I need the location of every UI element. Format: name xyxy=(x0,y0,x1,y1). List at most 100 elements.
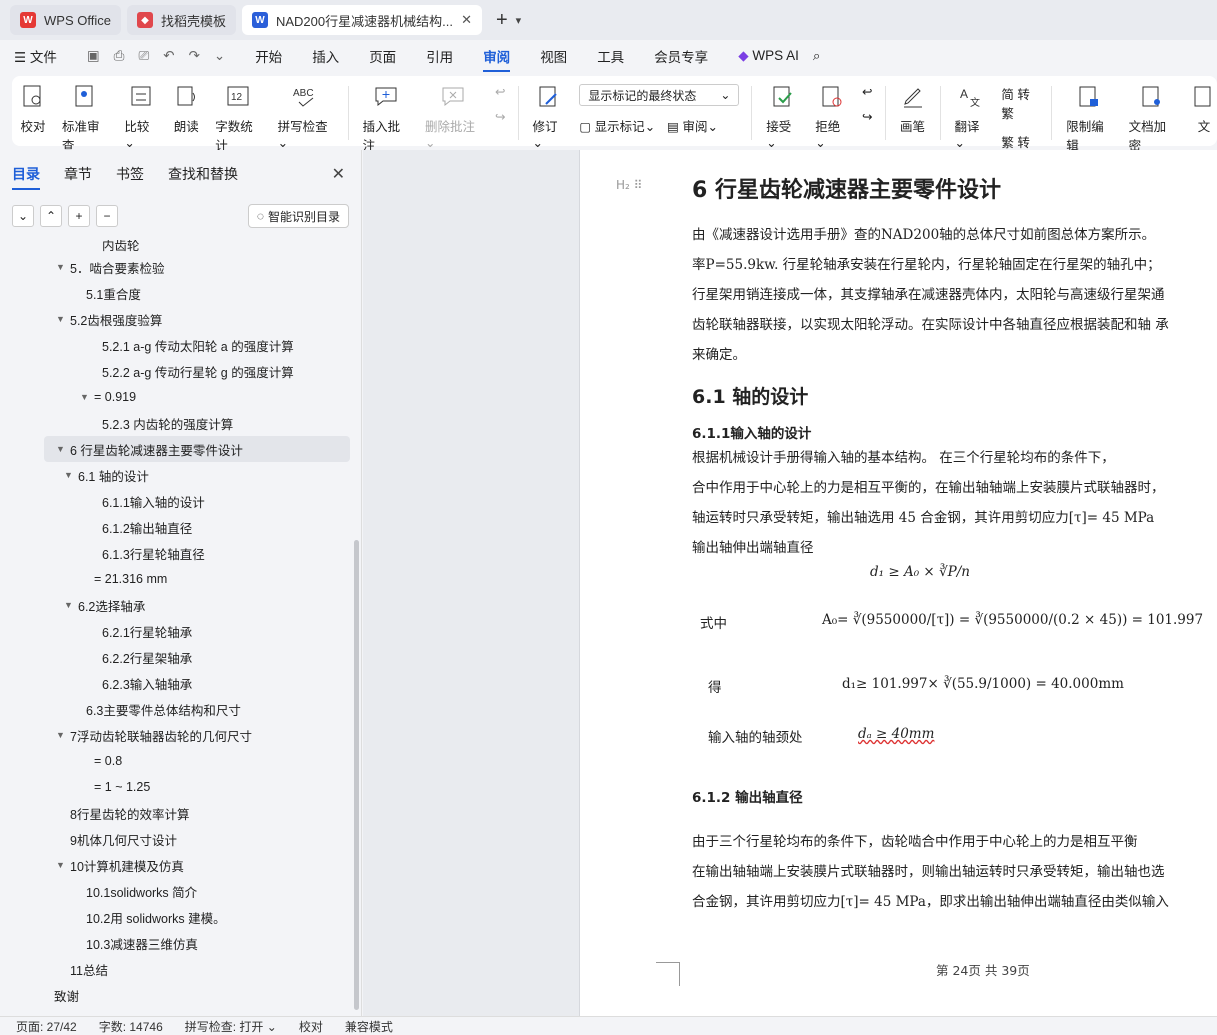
menu-wps-ai[interactable]: ◆ WPS AI xyxy=(738,48,799,64)
menu-home[interactable]: 开始 xyxy=(255,46,282,66)
heading-marker-icon[interactable]: H₂ ⠿ xyxy=(616,178,642,192)
document-page[interactable]: H₂ ⠿ 6 行星齿轮减速器主要零件设计 由《减速器设计选用手册》查的NAD20… xyxy=(579,150,1217,1016)
markup-mode-select[interactable]: 显示标记的最终状态 ⌄ xyxy=(579,84,740,106)
word-count-indicator[interactable]: 字数: 14746 xyxy=(99,1018,163,1035)
toc-item[interactable]: = 1 ~ 1.25 xyxy=(0,774,352,800)
menu-review[interactable]: 审阅 xyxy=(483,46,511,72)
toc-item[interactable]: 10.1solidworks 简介 xyxy=(0,878,352,904)
toc-item[interactable]: 5.2.2 a-g 传动行星轮 g 的强度计算 xyxy=(0,358,352,384)
collapse-triangle-icon[interactable]: ▼ xyxy=(56,444,70,454)
read-aloud-button[interactable]: 朗读 xyxy=(165,84,207,135)
toc-item[interactable]: 6.1.1输入轴的设计 xyxy=(0,488,352,514)
encrypt-button[interactable]: 文档加密 xyxy=(1121,84,1183,154)
pen-button[interactable]: 画笔 xyxy=(892,84,934,135)
toc-item[interactable]: ▼ 6.1 轴的设计 xyxy=(0,462,352,488)
accept-button[interactable]: 接受⌄ xyxy=(758,84,807,150)
expand-down-icon[interactable]: ⌄ xyxy=(12,205,34,227)
restrict-edit-button[interactable]: 限制编辑 xyxy=(1058,84,1120,154)
toc-item[interactable]: 6.2.2行星架轴承 xyxy=(0,644,352,670)
reject-button[interactable]: 拒绝⌄ xyxy=(807,84,856,150)
smart-toc-button[interactable]: ◌ 智能识别目录 xyxy=(247,204,349,228)
menu-references[interactable]: 引用 xyxy=(426,46,453,66)
review-pane-button[interactable]: ▤ 审阅⌄ xyxy=(667,116,718,135)
insert-comment-button[interactable]: 插入批注 xyxy=(355,84,417,154)
collapse-triangle-icon[interactable]: ▼ xyxy=(56,730,70,740)
menu-view[interactable]: 视图 xyxy=(540,46,567,66)
toc-item[interactable]: ▼ 5．啮合要素检验 xyxy=(0,254,352,280)
toc-item[interactable]: 内齿轮 xyxy=(0,240,352,254)
menu-insert[interactable]: 插入 xyxy=(312,46,339,66)
std-review-button[interactable]: 标准审查 xyxy=(54,84,116,154)
next-change-icon[interactable]: ↪ xyxy=(862,109,872,124)
track-changes-button[interactable]: 修订⌄ xyxy=(524,84,573,150)
toc-item[interactable]: ▼ 6.2选择轴承 xyxy=(0,592,352,618)
toc-item[interactable]: 6.2.1行星轮轴承 xyxy=(0,618,352,644)
print-icon[interactable]: ⎚ xyxy=(138,48,149,64)
toc-item[interactable]: 5.1重合度 xyxy=(0,280,352,306)
close-icon[interactable]: ✕ xyxy=(332,164,345,184)
toc-item[interactable]: ▼ = 0.919 xyxy=(0,384,352,410)
toc-item[interactable]: ▼ 10计算机建模及仿真 xyxy=(0,852,352,878)
more-chevron-icon[interactable]: ⌄ xyxy=(214,48,225,64)
collapse-triangle-icon[interactable]: ▼ xyxy=(56,262,70,272)
toc-item[interactable]: 6.1.2输出轴直径 xyxy=(0,514,352,540)
save-icon[interactable]: ▣ xyxy=(87,48,100,64)
collapse-triangle-icon[interactable]: ▼ xyxy=(64,600,78,610)
close-tab-icon[interactable]: ✕ xyxy=(461,12,472,28)
translate-button[interactable]: A 文翻译⌄ xyxy=(946,84,995,150)
collapse-triangle-icon[interactable]: ▼ xyxy=(56,314,70,324)
word-count-button[interactable]: 12 字数统计 xyxy=(207,84,269,154)
toc-item[interactable]: 6.1.3行星轮轴直径 xyxy=(0,540,352,566)
tab-list-chevron-icon[interactable]: ▾ xyxy=(516,14,522,27)
scrollbar[interactable] xyxy=(354,540,359,1010)
toc-item[interactable]: = 21.316 mm xyxy=(0,566,352,592)
proofread-button[interactable]: 校对 xyxy=(12,84,54,135)
proof-indicator[interactable]: 校对 xyxy=(299,1018,323,1035)
to-traditional-button[interactable]: 简 转繁 xyxy=(1001,84,1039,122)
toc-item[interactable]: ▼ 5.2齿根强度验算 xyxy=(0,306,352,332)
undo-icon[interactable]: ↶ xyxy=(163,48,174,64)
delete-comment-button[interactable]: 删除批注⌄ xyxy=(417,84,489,150)
toc-item[interactable]: 8行星齿轮的效率计算 xyxy=(0,800,352,826)
toc-item[interactable]: 9机体几何尺寸设计 xyxy=(0,826,352,852)
collapse-triangle-icon[interactable]: ▼ xyxy=(80,392,94,402)
spell-check-indicator[interactable]: 拼写检查: 打开 ⌄ xyxy=(185,1018,277,1035)
collapse-up-icon[interactable]: ⌃ xyxy=(40,205,62,227)
search-icon[interactable]: ⌕ xyxy=(813,48,821,64)
menu-tools[interactable]: 工具 xyxy=(597,46,624,66)
prev-comment-icon[interactable]: ↩ xyxy=(495,84,505,99)
toc-item[interactable]: 致谢 xyxy=(0,982,352,1008)
page-indicator[interactable]: 页面: 27/42 xyxy=(16,1018,77,1035)
menu-file[interactable]: ☰ 文件 xyxy=(14,46,57,66)
compare-button[interactable]: 比较⌄ xyxy=(116,84,165,150)
add-icon[interactable]: + xyxy=(68,205,90,227)
tab-document[interactable]: W NAD200行星减速器机械结构... ✕ xyxy=(241,5,482,35)
prev-change-icon[interactable]: ↩ xyxy=(862,84,872,99)
toc-item[interactable]: ▼ 6 行星齿轮减速器主要零件设计 xyxy=(44,436,350,462)
menu-page[interactable]: 页面 xyxy=(369,46,396,66)
print-preview-icon[interactable]: ⎙ xyxy=(114,48,125,64)
tab-find-replace[interactable]: 查找和替换 xyxy=(168,164,238,190)
tab-docer[interactable]: ◆ 找稻壳模板 xyxy=(126,5,236,35)
tab-toc[interactable]: 目录 xyxy=(12,164,40,190)
next-comment-icon[interactable]: ↪ xyxy=(495,109,505,124)
tab-bookmarks[interactable]: 书签 xyxy=(116,164,144,190)
toc-item[interactable]: 6.2.3输入轴轴承 xyxy=(0,670,352,696)
toc-item[interactable]: 6.3主要零件总体结构和尺寸 xyxy=(0,696,352,722)
toc-item[interactable]: 5.2.3 内齿轮的强度计算 xyxy=(0,410,352,436)
show-markup-button[interactable]: ▢ 显示标记⌄ xyxy=(579,116,655,135)
toc-item[interactable]: 5.2.1 a-g 传动太阳轮 a 的强度计算 xyxy=(0,332,352,358)
toc-item[interactable]: 11总结 xyxy=(0,956,352,982)
collapse-triangle-icon[interactable]: ▼ xyxy=(56,860,70,870)
collapse-triangle-icon[interactable]: ▼ xyxy=(64,470,78,480)
redo-icon[interactable]: ↷ xyxy=(189,48,200,64)
toc-item[interactable]: 10.2用 solidworks 建模。 xyxy=(0,904,352,930)
tab-sections[interactable]: 章节 xyxy=(64,164,92,190)
toc-item[interactable]: ▼ 7浮动齿轮联轴器齿轮的几何尺寸 xyxy=(0,722,352,748)
menu-member[interactable]: 会员专享 xyxy=(654,46,708,66)
doc-more-button[interactable]: 文 xyxy=(1183,84,1217,135)
tab-wps-office[interactable]: W WPS Office xyxy=(10,5,121,35)
remove-icon[interactable]: − xyxy=(96,205,118,227)
toc-item[interactable]: = 0.8 xyxy=(0,748,352,774)
spell-check-button[interactable]: ABC 拼写检查⌄ xyxy=(270,84,342,150)
